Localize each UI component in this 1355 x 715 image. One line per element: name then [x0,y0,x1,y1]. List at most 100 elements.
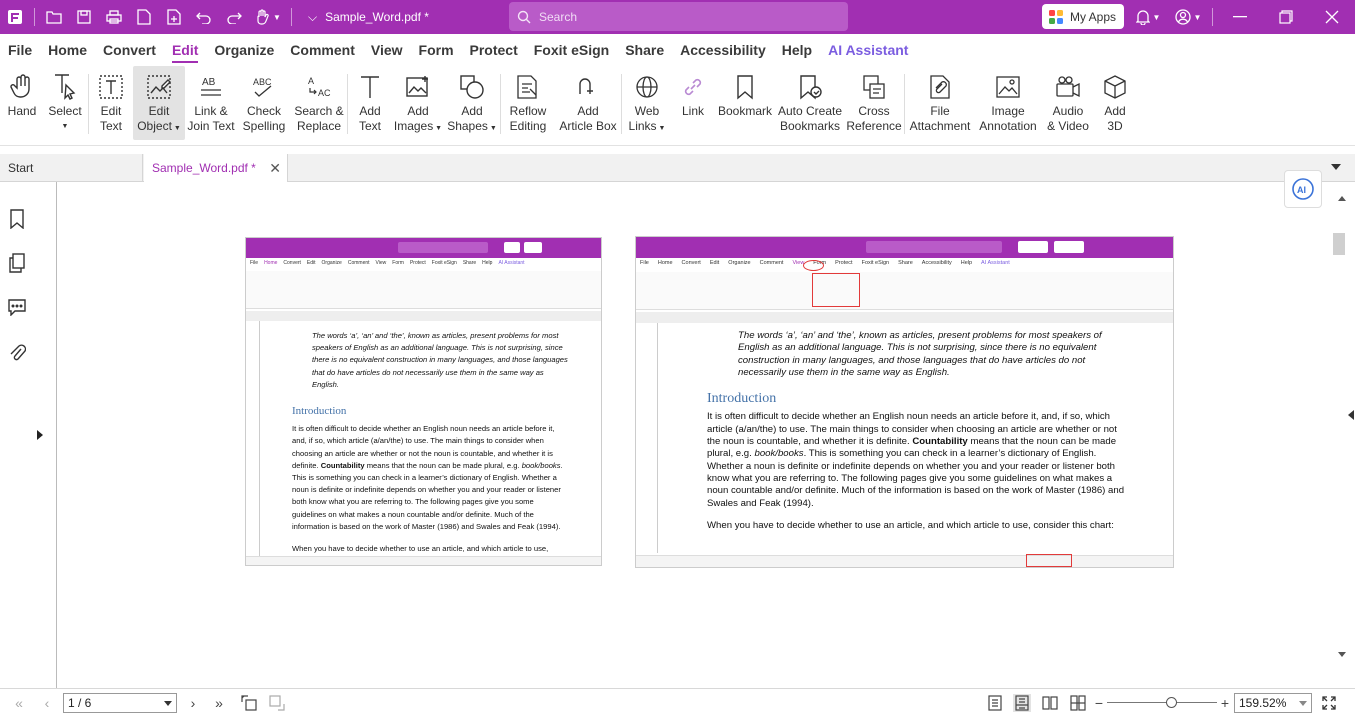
add-3d-label-1: Add [1104,104,1126,118]
page-number-field[interactable]: 1 / 6 [63,693,177,713]
add-shapes-icon [458,72,486,102]
create-icon[interactable] [159,0,189,34]
auto-create-bookmarks-button[interactable]: Auto Create Bookmarks [776,66,844,140]
zoom-slider-knob[interactable] [1166,697,1177,708]
tab-list-icon[interactable] [1331,164,1341,170]
next-view-icon[interactable] [268,694,286,712]
menu-ai-assistant[interactable]: AI Assistant [828,34,924,66]
check-spelling-button[interactable]: ABC Check Spelling [237,66,291,140]
next-page-icon[interactable]: › [184,694,202,712]
print-icon[interactable] [99,0,129,34]
heading-introduction: Introduction [707,391,777,407]
menu-help[interactable]: Help [782,34,828,66]
audio-video-button[interactable]: Audio & Video [1041,66,1095,140]
undo-icon[interactable] [189,0,219,34]
add-text-button[interactable]: Add Text [348,66,392,140]
continuous-view-icon[interactable] [1013,694,1031,712]
pages-panel-icon[interactable] [6,252,28,274]
zoom-level-field[interactable]: 159.52% [1234,693,1312,713]
menu-foxit-esign[interactable]: Foxit eSign [534,34,625,66]
search-replace-button[interactable]: A AC Search & Replace [291,66,347,140]
new-document-icon[interactable] [129,0,159,34]
tab-sample-word[interactable]: Sample_Word.pdf * ✕ [144,154,288,182]
facing-view-icon[interactable] [1041,694,1059,712]
menu-edit[interactable]: Edit [171,34,214,66]
open-folder-icon[interactable] [39,0,69,34]
bell-icon[interactable]: ▼ [1128,0,1168,34]
foxit-logo-icon[interactable] [0,0,30,34]
hand-tool-icon[interactable]: ▼ [249,0,287,34]
article-box-icon [574,72,602,102]
image-annotation-button[interactable]: Image Annotation [975,66,1041,140]
menu-organize[interactable]: Organize [214,34,290,66]
scroll-up-icon[interactable] [1338,196,1346,201]
menu-file[interactable]: File [8,34,48,66]
collapse-panel-icon[interactable] [1348,410,1354,420]
expand-panel-icon[interactable] [37,430,43,440]
search-box[interactable] [509,2,848,31]
account-icon[interactable]: ▼ [1168,0,1208,34]
add-images-button[interactable]: Add Images ▼ [392,66,444,140]
bookmark-button[interactable]: Bookmark [714,66,776,140]
select-button[interactable]: Select ▼ [42,66,88,140]
web-links-button[interactable]: Web Links ▼ [622,66,672,140]
single-page-view-icon[interactable] [986,694,1004,712]
search-replace-label-1: Search & [294,104,344,118]
attachments-panel-icon[interactable] [6,342,28,364]
edit-object-button[interactable]: Edit Object ▼ [133,66,185,140]
link-join-text-button[interactable]: AB Link & Join Text [185,66,237,140]
title-bar: ▼ ⌵ Sample_Word.pdf * My Apps ▼ ▼ [0,0,1355,34]
menu-comment[interactable]: Comment [290,34,371,66]
add-article-box-button[interactable]: Add Article Box [555,66,621,140]
zoom-out-icon[interactable]: − [1090,694,1108,712]
comments-panel-icon[interactable] [6,296,28,318]
redo-icon[interactable] [219,0,249,34]
menu-convert[interactable]: Convert [103,34,172,66]
menu-share[interactable]: Share [625,34,680,66]
ai-assistant-icon[interactable]: AI [1284,170,1322,208]
zoom-slider[interactable] [1107,702,1217,703]
hand-button[interactable]: Hand [2,66,42,140]
document-view[interactable]: File Home Convert Edit Organize Comment View Fo… [57,182,1330,688]
close-tab-icon[interactable]: ✕ [269,160,281,177]
file-attachment-button[interactable]: File Attachment [905,66,975,140]
edit-text-button[interactable]: Edit Text [89,66,133,140]
chevron-down-icon[interactable]: ⌵ [308,10,317,25]
reflow-editing-button[interactable]: Reflow Editing [501,66,555,140]
bookmark-icon [731,72,759,102]
menu-home[interactable]: Home [48,34,103,66]
continuous-facing-view-icon[interactable] [1069,694,1087,712]
tab-start[interactable]: Start [0,154,143,182]
chevron-down-icon[interactable] [1299,701,1307,706]
fullscreen-icon[interactable] [1320,694,1338,712]
my-apps-button[interactable]: My Apps [1042,4,1124,29]
chevron-down-icon[interactable] [164,701,172,706]
search-input[interactable] [539,9,819,24]
previous-page-icon[interactable]: ‹ [38,694,56,712]
add-3d-button[interactable]: Add 3D [1095,66,1135,140]
scroll-down-icon[interactable] [1338,652,1346,657]
add-shapes-button[interactable]: Add Shapes ▼ [444,66,500,140]
menu-protect[interactable]: Protect [470,34,534,66]
menu-form[interactable]: Form [419,34,470,66]
hand-icon [8,72,36,102]
bookmark-panel-icon[interactable] [6,208,28,230]
reflow-label-1: Reflow [509,104,547,118]
previous-view-icon[interactable] [240,694,258,712]
restore-icon[interactable] [1263,0,1309,34]
layout-buttons-highlight [1026,554,1072,567]
cross-reference-button[interactable]: Cross Reference [844,66,904,140]
auto-bookmarks-label-2: Bookmarks [779,119,841,133]
minimize-icon[interactable] [1217,0,1263,34]
last-page-icon[interactable]: » [210,694,228,712]
paragraph-1: It is often difficult to decide whether … [707,411,1125,509]
ribbon-toolbar: Hand Select ▼ Edit Text Edit Object ▼ AB… [0,66,1355,146]
first-page-icon[interactable]: « [10,694,28,712]
link-button[interactable]: Link [672,66,714,140]
menu-view[interactable]: View [371,34,419,66]
save-icon[interactable] [69,0,99,34]
close-icon[interactable] [1309,0,1355,34]
menu-accessibility[interactable]: Accessibility [680,34,782,66]
vertical-scrollbar-thumb[interactable] [1333,233,1345,255]
zoom-in-icon[interactable]: + [1216,694,1234,712]
